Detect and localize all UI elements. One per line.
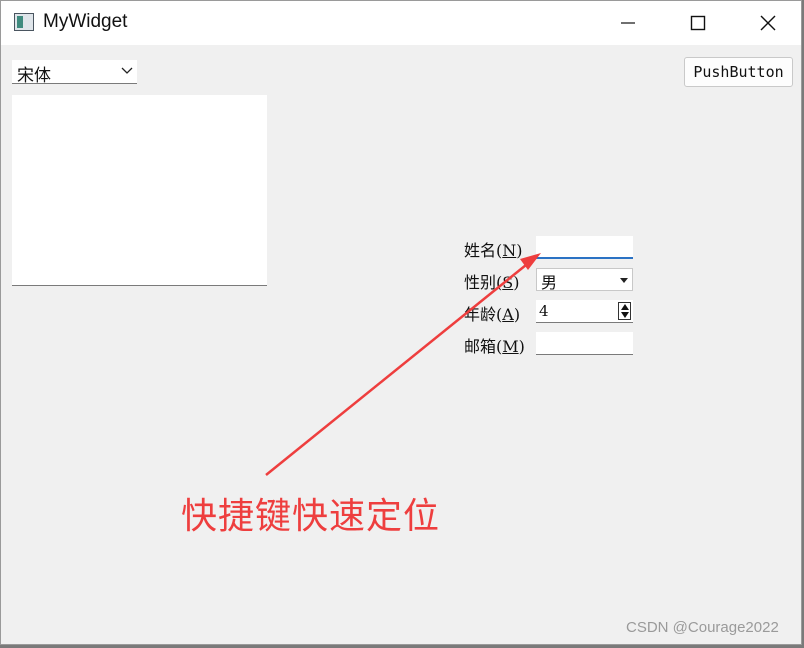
spin-buttons[interactable]: [618, 302, 631, 320]
spin-up-icon[interactable]: [621, 304, 629, 310]
age-spinbox[interactable]: 4: [536, 300, 633, 323]
email-label-close: ): [518, 337, 525, 356]
gender-select[interactable]: 男: [536, 268, 633, 292]
minimize-icon: [621, 22, 635, 24]
title-bar[interactable]: MyWidget: [1, 1, 801, 45]
annotation-text: 快捷键快速定位: [181, 496, 441, 537]
name-input[interactable]: [536, 236, 633, 259]
age-spinbox-value: 4: [539, 302, 549, 320]
gender-select-value: 男: [541, 273, 558, 292]
maximize-button[interactable]: [663, 1, 733, 45]
gender-label-close: ): [513, 273, 520, 292]
name-label-text: 姓名(: [464, 241, 503, 260]
font-combo-value: 宋体: [17, 66, 51, 86]
app-window-icon: [14, 13, 34, 31]
email-input[interactable]: [536, 332, 633, 355]
age-label-close: ): [513, 305, 521, 324]
window-title: MyWidget: [43, 11, 128, 32]
close-icon: [760, 15, 776, 31]
gender-label-mnemonic: S: [502, 273, 514, 292]
watermark: CSDN @Courage2022: [626, 619, 779, 636]
age-label: 年龄(A): [464, 301, 520, 325]
email-label: 邮箱(M): [464, 333, 525, 357]
age-label-text: 年龄(: [464, 305, 503, 324]
minimize-button[interactable]: [593, 1, 663, 45]
dropdown-arrow-icon: [620, 278, 628, 283]
email-label-mnemonic: M: [502, 337, 519, 356]
maximize-icon: [690, 15, 706, 31]
push-button[interactable]: PushButton: [684, 57, 793, 87]
name-label-mnemonic: N: [502, 241, 517, 260]
email-label-text: 邮箱(: [464, 337, 503, 356]
name-label: 姓名(N): [464, 237, 523, 261]
close-button[interactable]: [733, 1, 803, 45]
name-label-close: ): [516, 241, 523, 260]
text-edit-area[interactable]: [12, 95, 267, 286]
gender-label: 性别(S): [464, 269, 519, 293]
chevron-down-icon: [121, 67, 133, 74]
main-window: MyWidget 宋体 PushButton 姓名(N) 性别(S) 男 年龄(…: [0, 0, 802, 645]
age-label-mnemonic: A: [502, 305, 514, 324]
font-combo-box[interactable]: 宋体: [12, 60, 137, 86]
spin-down-icon[interactable]: [621, 312, 629, 318]
gender-label-text: 性别(: [464, 273, 503, 292]
